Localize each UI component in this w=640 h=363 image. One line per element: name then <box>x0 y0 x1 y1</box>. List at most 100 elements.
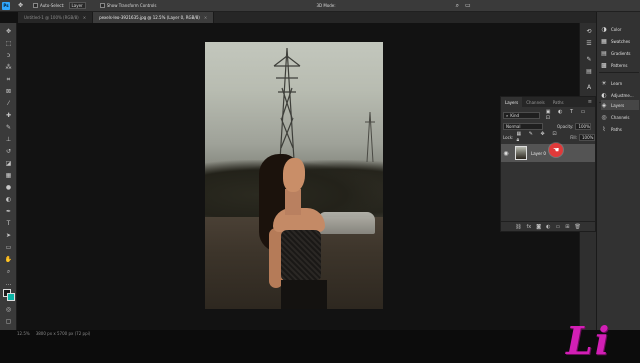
search-icon: ⌕ <box>506 112 509 118</box>
brush-tool-icon[interactable]: ✎ <box>3 123 14 132</box>
adjustment-layer-icon[interactable]: ◐ <box>546 224 550 230</box>
panel-item-adjustments[interactable]: ◐ Adjustme... <box>601 90 639 100</box>
panel-item-learn[interactable]: ☀ Learn <box>601 78 639 88</box>
fx-icon[interactable]: fx <box>527 224 532 230</box>
panel-item-label: Learn <box>611 80 623 86</box>
gradients-icon: ▤ <box>601 49 607 57</box>
tab-paths[interactable]: Paths <box>549 97 568 107</box>
path-select-icon[interactable]: ➤ <box>3 231 14 240</box>
lasso-tool-icon[interactable]: ↄ <box>3 51 14 60</box>
properties-icon[interactable]: ☰ <box>585 39 593 47</box>
doc-info[interactable]: 3800 px x 5700 px (72 ppi) <box>36 331 91 336</box>
filter-kind-dropdown[interactable]: ⌕ Kind <box>503 111 540 119</box>
filter-row: ⌕ Kind ▣ ◐ T ▭ ⊡ <box>503 109 595 121</box>
background-color-swatch[interactable] <box>7 293 15 301</box>
eye-icon[interactable]: ◉ <box>501 150 511 157</box>
mode-label: 3D Mode: <box>316 3 336 8</box>
lock-label: Lock: <box>503 134 514 140</box>
eyedropper-icon[interactable]: ⁄ <box>3 99 14 108</box>
layer-row[interactable]: ◉ Layer 0 ☚ <box>501 143 595 162</box>
checkbox-box[interactable] <box>99 3 105 8</box>
panel-item-paths[interactable]: ⌇ Paths <box>601 124 639 134</box>
new-layer-icon[interactable]: ⊞ <box>565 224 569 230</box>
opacity-label: Opacity: <box>557 123 574 129</box>
brush-settings-icon[interactable]: ✎ <box>585 55 593 63</box>
tools-panel: ✥ ⬚ ↄ ⁂ ⌗ ⊠ ⁄ ✚ ✎ ⊥ ↺ ◪ ▦ ● ◐ ✒ T ➤ ▭ ✋ … <box>0 23 17 330</box>
gradient-tool-icon[interactable]: ▦ <box>3 171 14 180</box>
layer-thumbnail[interactable] <box>515 146 527 160</box>
panel-item-patterns[interactable]: ▩ Patterns <box>601 60 639 70</box>
channels-icon: ◎ <box>601 113 607 121</box>
dodge-tool-icon[interactable]: ◐ <box>3 195 14 204</box>
trash-icon[interactable]: 🗑︎ <box>574 224 580 230</box>
screen-mode-icon[interactable]: ▢ <box>3 317 14 326</box>
hand-tool-icon[interactable]: ✋ <box>3 255 14 264</box>
layer-name[interactable]: Layer 0 <box>531 151 546 156</box>
filter-icons[interactable]: ▣ ◐ T ▭ ⊡ <box>546 109 595 121</box>
link-icon[interactable]: ⛓ <box>515 224 521 230</box>
libraries-icon[interactable]: ▤ <box>585 67 593 75</box>
learn-icon: ☀ <box>601 79 607 87</box>
checkbox-box[interactable] <box>33 3 39 8</box>
color-icon: ◑ <box>601 25 607 33</box>
move-tool-icon[interactable]: ✥ <box>18 2 23 9</box>
panel-item-swatches[interactable]: ▦ Swatches <box>601 36 639 46</box>
panel-menu-icon[interactable]: ≡ <box>588 97 595 107</box>
group-icon[interactable]: ▭ <box>556 224 561 230</box>
panel-item-layers[interactable]: ◈ Layers <box>601 100 639 110</box>
woman-face <box>283 158 305 192</box>
fill-input[interactable]: 100% <box>579 133 595 141</box>
auto-select-label: Auto-Select: <box>40 3 65 8</box>
history-brush-icon[interactable]: ↺ <box>3 147 14 156</box>
more-tools-icon[interactable]: … <box>3 279 14 288</box>
car <box>319 212 375 234</box>
search-icon[interactable]: ⌕ <box>456 2 459 10</box>
workspace-icon[interactable]: ▭ <box>465 2 471 9</box>
zoom-readout[interactable]: 12.5% <box>17 331 30 336</box>
marquee-tool-icon[interactable]: ⬚ <box>3 39 14 48</box>
crop-tool-icon[interactable]: ⌗ <box>3 75 14 84</box>
mask-icon[interactable]: ◙ <box>536 224 541 230</box>
history-icon[interactable]: ⟲ <box>585 27 593 35</box>
frame-tool-icon[interactable]: ⊠ <box>3 87 14 96</box>
close-icon[interactable]: × <box>204 15 207 20</box>
auto-select-dropdown[interactable]: Layer <box>68 2 86 9</box>
tab-layers[interactable]: Layers <box>501 97 523 107</box>
document-tabs: Untitled-1 @ 100% (RGB/8) × pexels-leo-3… <box>18 12 596 23</box>
panel-item-label: Paths <box>611 126 622 132</box>
power-pylon <box>273 48 301 160</box>
lock-icons[interactable]: ▦ ✎ ✥ ⊡ 🔒︎ <box>516 131 562 143</box>
quick-mask-icon[interactable]: ◎ <box>3 305 14 314</box>
close-icon[interactable]: × <box>83 15 86 20</box>
watermark-logo: Li <box>566 318 612 363</box>
tab-pexels[interactable]: pexels-leo-3921635.jpg @ 12.5% (Layer 0,… <box>93 12 215 23</box>
show-transform-checkbox[interactable]: Show Transform Controls <box>99 3 156 8</box>
panel-item-gradients[interactable]: ▤ Gradients <box>601 48 639 58</box>
clone-stamp-icon[interactable]: ⊥ <box>3 135 14 144</box>
tab-channels[interactable]: Channels <box>522 97 549 107</box>
document-photo[interactable] <box>205 42 383 309</box>
color-swatches[interactable] <box>3 289 15 301</box>
opacity-input[interactable]: 100% <box>575 122 592 130</box>
type-tool-icon[interactable]: T <box>3 219 14 228</box>
adjustments-icon: ◐ <box>601 91 607 99</box>
panel-item-channels[interactable]: ◎ Channels <box>601 112 639 122</box>
panel-item-color[interactable]: ◑ Color <box>601 24 639 34</box>
blend-mode-dropdown[interactable]: Normal <box>503 122 543 130</box>
zoom-tool-icon[interactable]: ⌕ <box>3 267 14 276</box>
tab-untitled[interactable]: Untitled-1 @ 100% (RGB/8) × <box>18 12 94 23</box>
app-logo: Ps <box>2 1 10 10</box>
panel-item-label: Gradients <box>611 50 631 56</box>
swatches-icon: ▦ <box>601 37 607 45</box>
pen-tool-icon[interactable]: ✒ <box>3 207 14 216</box>
move-tool-icon[interactable]: ✥ <box>3 27 14 36</box>
shape-tool-icon[interactable]: ▭ <box>3 243 14 252</box>
eraser-icon[interactable]: ◪ <box>3 159 14 168</box>
magic-wand-icon[interactable]: ⁂ <box>3 63 14 72</box>
healing-brush-icon[interactable]: ✚ <box>3 111 14 120</box>
status-area: 12.5% 3800 px x 5700 px (72 ppi) <box>0 330 640 360</box>
panel-item-label: Color <box>611 26 622 32</box>
blur-tool-icon[interactable]: ● <box>3 183 14 192</box>
auto-select-checkbox[interactable]: Auto-Select: <box>33 3 65 8</box>
character-icon[interactable]: A <box>585 83 593 91</box>
